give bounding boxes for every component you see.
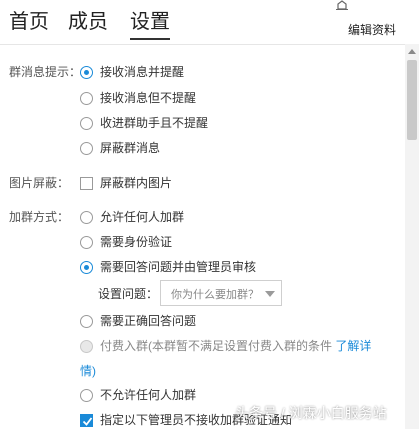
tab-bar: 首页 成员 设置 编辑资料 <box>0 0 419 44</box>
set-question-label: 设置问题： <box>98 287 159 301</box>
radio-button[interactable] <box>80 260 93 274</box>
join-option-anyone[interactable]: 允许任何人加群 <box>80 209 184 225</box>
join-option-correct-answer[interactable]: 需要正确回答问题 <box>80 313 196 329</box>
scroll-up-arrow-icon[interactable] <box>408 48 416 54</box>
join-option-verify[interactable]: 需要身份验证 <box>80 234 172 250</box>
radio-button[interactable] <box>80 235 93 249</box>
question-select-value: 你为什么要加群？ <box>171 289 259 301</box>
option-label: 接收消息但不提醒 <box>100 91 197 105</box>
question-select[interactable]: 你为什么要加群？ <box>160 280 282 306</box>
option-label: 付费入群(本群暂不满足设置付费入群的条件 了解详 <box>100 338 371 354</box>
tab-members[interactable]: 成员 <box>68 9 108 35</box>
chevron-down-icon <box>265 291 275 297</box>
radio-button[interactable] <box>80 91 93 105</box>
radio-button[interactable] <box>80 141 93 155</box>
option-label: 需要身份验证 <box>100 235 173 249</box>
join-option-paid: 付费入群(本群暂不满足设置付费入群的条件 了解详 <box>80 338 371 354</box>
checkmark-icon <box>82 416 93 426</box>
join-option-none[interactable]: 不允许任何人加群 <box>80 387 196 403</box>
learn-more-link-wrap[interactable]: 情) <box>80 363 96 379</box>
join-method-label: 加群方式： <box>9 210 70 224</box>
radio-button[interactable] <box>80 65 93 79</box>
pin-icon[interactable] <box>335 0 349 10</box>
join-option-question-admin[interactable]: 需要回答问题并由管理员审核 <box>80 259 256 275</box>
radio-button[interactable] <box>80 116 93 130</box>
option-label: 收进群助手且不提醒 <box>100 116 209 130</box>
learn-more-link[interactable]: 了解详 <box>335 339 371 353</box>
tab-settings[interactable]: 设置 <box>130 9 170 35</box>
header-divider <box>0 44 405 45</box>
block-images-option[interactable]: 屏蔽群内图片 <box>80 175 172 191</box>
tab-home[interactable]: 首页 <box>9 9 49 35</box>
image-block-label: 图片屏蔽： <box>9 176 70 190</box>
option-label: 需要回答问题并由管理员审核 <box>100 260 257 274</box>
radio-button[interactable] <box>80 210 93 224</box>
notify-option-assistant[interactable]: 收进群助手且不提醒 <box>80 115 208 131</box>
option-label: 屏蔽群内图片 <box>100 176 173 190</box>
edit-profile-link[interactable]: 编辑资料 <box>348 21 396 38</box>
active-tab-underline <box>130 38 170 40</box>
option-label: 不允许任何人加群 <box>100 388 197 402</box>
option-label: 接收消息并提醒 <box>100 65 185 79</box>
radio-button[interactable] <box>80 388 93 402</box>
option-label: 需要正确回答问题 <box>100 314 197 328</box>
watermark-text: 头条号 / 浏霖小白服务站 <box>235 405 387 421</box>
radio-button <box>80 339 93 353</box>
paid-option-text: 付费入群(本群暂不满足设置付费入群的条件 <box>100 339 332 353</box>
option-label: 允许任何人加群 <box>100 210 185 224</box>
notify-option-receive-remind[interactable]: 接收消息并提醒 <box>80 64 184 80</box>
notify-option-block[interactable]: 屏蔽群消息 <box>80 140 160 156</box>
notify-option-receive-no-remind[interactable]: 接收消息但不提醒 <box>80 90 196 106</box>
learn-more-link-end[interactable]: 情) <box>80 364 96 378</box>
checkbox[interactable] <box>80 413 93 427</box>
checkbox[interactable] <box>80 176 93 190</box>
group-notify-label: 群消息提示： <box>9 65 82 79</box>
scrollbar-thumb[interactable] <box>407 60 417 140</box>
option-label: 屏蔽群消息 <box>100 141 161 155</box>
radio-button[interactable] <box>80 314 93 328</box>
